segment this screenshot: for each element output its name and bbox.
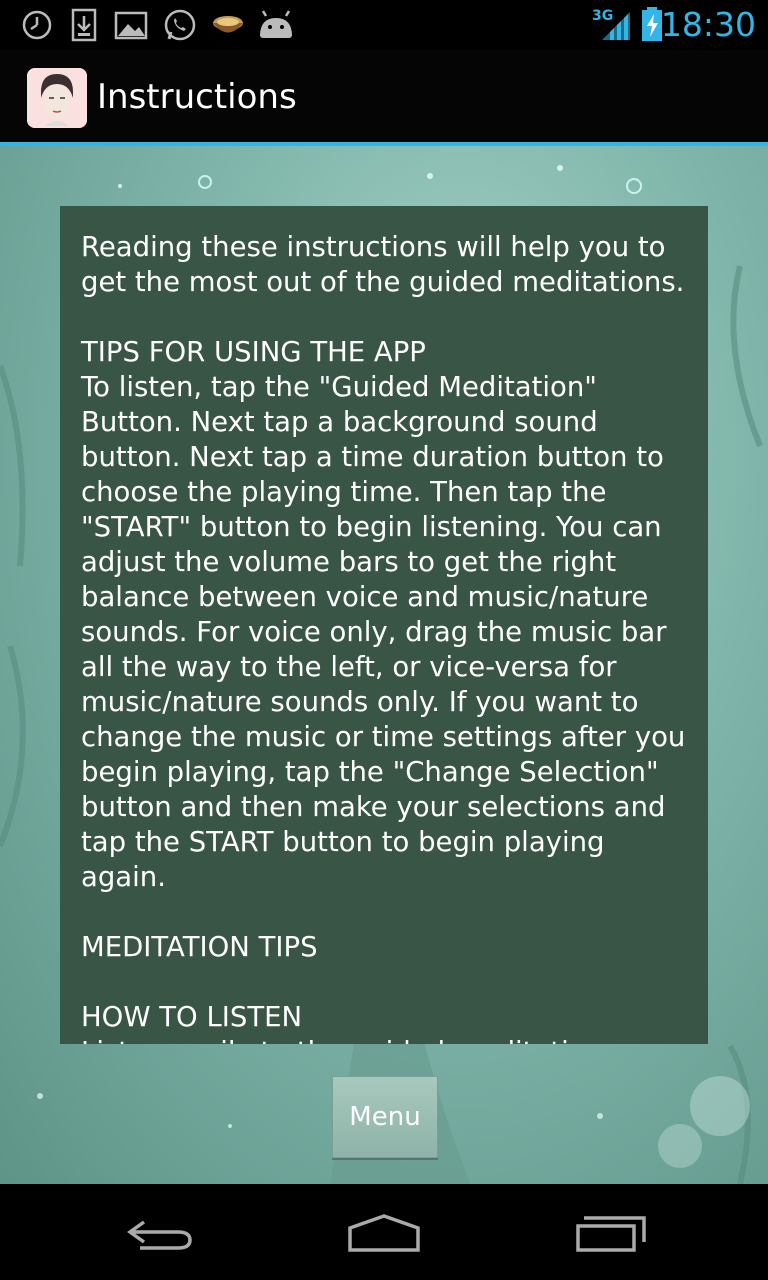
status-bar: 3G 18:30: [0, 0, 768, 50]
signal-icon: [602, 12, 630, 40]
whatsapp-icon: [164, 9, 196, 41]
bowl-icon: [213, 16, 243, 33]
content-area: Reading these instructions will help you…: [0, 146, 768, 1184]
instructions-text: Reading these instructions will help you…: [81, 231, 686, 1044]
recents-icon[interactable]: [572, 1210, 652, 1254]
status-time: 18:30: [660, 5, 756, 44]
home-icon[interactable]: [344, 1210, 424, 1254]
back-icon[interactable]: [120, 1210, 200, 1254]
android-icon: [260, 10, 292, 38]
action-bar: Instructions: [0, 50, 768, 142]
instructions-panel[interactable]: Reading these instructions will help you…: [60, 206, 708, 1044]
menu-button[interactable]: Menu: [332, 1076, 438, 1158]
download-icon: [71, 8, 97, 42]
clock-icon: [22, 10, 52, 40]
navigation-bar: [0, 1184, 768, 1280]
face-icon[interactable]: [27, 68, 87, 128]
page-title: Instructions: [97, 77, 297, 117]
image-icon: [114, 11, 148, 40]
